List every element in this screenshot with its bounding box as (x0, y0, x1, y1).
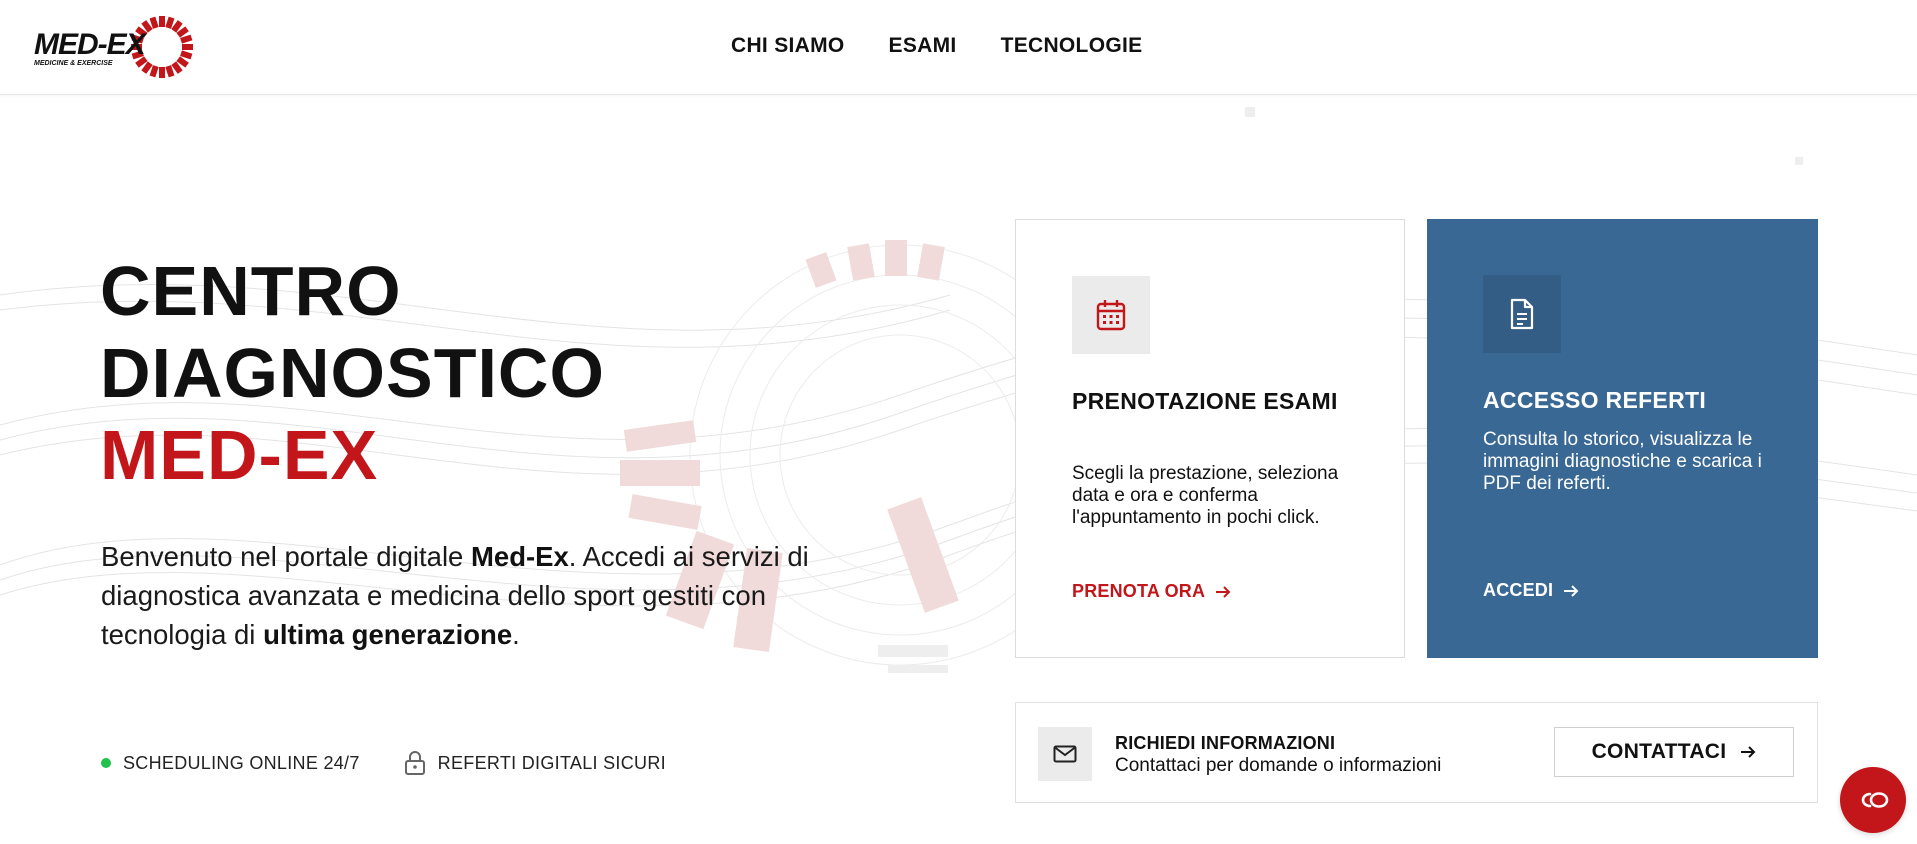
contattaci-button[interactable]: CONTATTACI (1554, 727, 1794, 777)
main-nav: CHI SIAMO ESAMI TECNOLOGIE (731, 34, 1142, 58)
nav-item-chi-siamo[interactable]: CHI SIAMO (731, 34, 845, 58)
booking-card-text: Scegli la prestazione, seleziona data e … (1072, 463, 1339, 528)
prenota-ora-link[interactable]: PRENOTA ORA (1072, 581, 1231, 602)
feature-scheduling: SCHEDULING ONLINE 24/7 (101, 753, 360, 774)
arrow-right-icon (1216, 585, 1231, 598)
document-icon (1510, 298, 1534, 330)
arrow-right-icon (1741, 746, 1756, 758)
calendar-icon (1096, 300, 1126, 331)
hero-description: Benvenuto nel portale digitale Med-Ex. A… (101, 537, 821, 654)
booking-card-title: PRENOTAZIONE ESAMI (1072, 388, 1338, 414)
nav-item-esami[interactable]: ESAMI (889, 34, 957, 58)
logo-graphic: MED-EX MEDICINE & EXERCISE (34, 16, 193, 78)
accedi-link[interactable]: ACCEDI (1483, 580, 1579, 601)
contact-title: RICHIEDI INFORMAZIONI (1115, 733, 1336, 753)
chat-icon (1861, 792, 1889, 808)
hero-desc-bold-brand: Med-Ex (471, 541, 569, 572)
feature-secure-reports-label: REFERTI DIGITALI SICURI (437, 752, 666, 773)
hero-title-line-2: DIAGNOSTICO (100, 334, 605, 412)
arrow-right-icon (1564, 584, 1579, 597)
feature-scheduling-label: SCHEDULING ONLINE 24/7 (123, 752, 360, 773)
hero-title: CENTRO DIAGNOSTICO MED-EX (100, 250, 605, 496)
reports-card-text: Consulta lo storico, visualizza le immag… (1483, 429, 1762, 494)
reports-icon-box (1483, 275, 1561, 353)
svg-text:MED-EX: MED-EX (34, 28, 148, 61)
site-header: MED-EX MEDICINE & EXERCISE CHI SIAMO ESA… (0, 0, 1917, 95)
feature-secure-reports: REFERTI DIGITALI SICURI (404, 750, 666, 776)
med-ex-logo[interactable]: MED-EX MEDICINE & EXERCISE (30, 16, 222, 78)
svg-text:MEDICINE & EXERCISE: MEDICINE & EXERCISE (34, 60, 113, 67)
hero-desc-bold-generation: ultima generazione (263, 619, 513, 650)
mail-icon (1053, 745, 1077, 763)
lock-icon (404, 751, 425, 775)
hero-title-brand: MED-EX (100, 416, 379, 494)
chat-button[interactable] (1840, 767, 1906, 833)
prenota-ora-label: PRENOTA ORA (1072, 581, 1206, 601)
nav-item-tecnologie[interactable]: TECNOLOGIE (1001, 34, 1143, 58)
contact-bar: RICHIEDI INFORMAZIONI Contattaci per dom… (1015, 702, 1818, 803)
reports-card-title: ACCESSO REFERTI (1483, 387, 1707, 413)
hero-desc-text-3: . (512, 619, 520, 650)
booking-icon-box (1072, 276, 1150, 354)
reports-card[interactable]: ACCESSO REFERTI Consulta lo storico, vis… (1427, 219, 1818, 658)
mail-icon-box (1038, 727, 1092, 781)
accedi-label: ACCEDI (1483, 580, 1554, 600)
contact-subtitle: Contattaci per domande o informazioni (1115, 755, 1442, 776)
hero-title-line-1: CENTRO (100, 252, 402, 330)
status-dot-icon (101, 758, 111, 768)
contattaci-label: CONTATTACI (1591, 740, 1727, 763)
hero-desc-text-1: Benvenuto nel portale digitale (101, 541, 471, 572)
booking-card[interactable]: PRENOTAZIONE ESAMI Scegli la prestazione… (1015, 219, 1405, 658)
hero-features: SCHEDULING ONLINE 24/7 REFERTI DIGITALI … (101, 750, 666, 776)
